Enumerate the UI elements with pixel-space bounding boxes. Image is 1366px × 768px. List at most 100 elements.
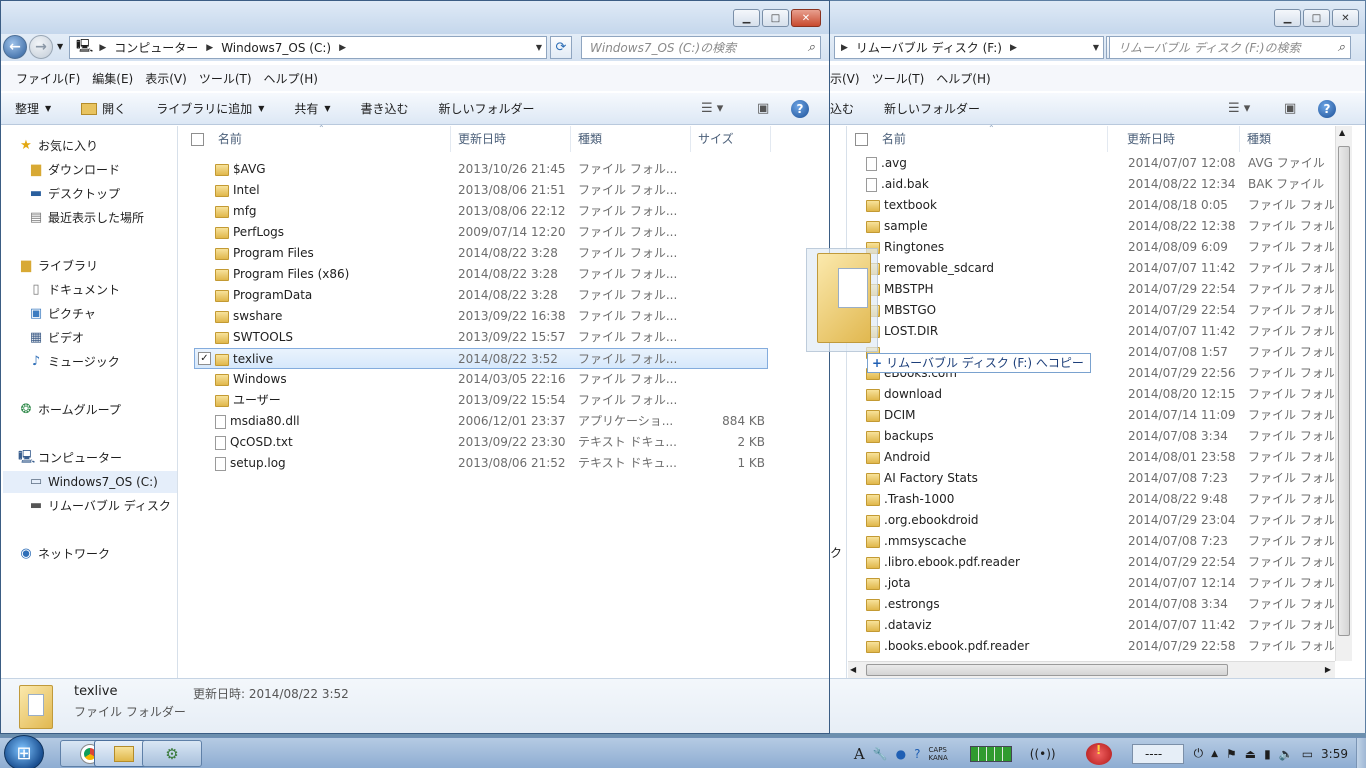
signal-strength-icon[interactable] — [969, 745, 1012, 762]
help-icon[interactable]: ? — [791, 100, 809, 118]
nav-item-partial[interactable]: ク — [830, 544, 842, 561]
table-row[interactable]: .estrongs 2014/07/08 3:34 ファイル フォル — [848, 594, 1334, 615]
left-titlebar[interactable]: ▁ □ ✕ — [1, 1, 829, 34]
safely-remove-icon[interactable]: ⏏ — [1245, 747, 1256, 761]
row-checkbox[interactable]: ✓ — [198, 352, 211, 365]
column-size[interactable]: サイズ — [691, 126, 771, 152]
table-row[interactable]: backups 2014/07/08 3:34 ファイル フォル — [848, 426, 1334, 447]
table-row[interactable]: sample 2014/08/22 12:38 ファイル フォル — [848, 216, 1334, 237]
table-row[interactable]: MBSTPH 2014/07/29 22:54 ファイル フォル — [848, 279, 1334, 300]
open-button[interactable]: 開く — [81, 100, 126, 117]
chevron-down-icon[interactable]: ▼ — [536, 43, 542, 52]
table-row[interactable]: $AVG 2013/10/26 21:45 ファイル フォル... — [195, 159, 767, 180]
nav-documents[interactable]: ▯ ドキュメント — [28, 279, 120, 301]
show-desktop-button[interactable] — [1356, 738, 1366, 768]
column-type[interactable]: 種類 — [571, 126, 691, 152]
volume-icon[interactable]: 🔈 — [1279, 747, 1294, 761]
column-type[interactable]: 種類 — [1240, 126, 1348, 152]
help-icon[interactable]: ? — [914, 747, 920, 761]
table-row[interactable]: MBSTGO 2014/07/29 22:54 ファイル フォル — [848, 300, 1334, 321]
forward-button[interactable]: → — [29, 35, 53, 59]
breadcrumb-computer[interactable]: コンピューター — [114, 39, 198, 56]
table-row[interactable]: .Trash-1000 2014/08/22 9:48 ファイル フォル — [848, 489, 1334, 510]
table-row[interactable]: .jota 2014/07/07 12:14 ファイル フォル — [848, 573, 1334, 594]
vertical-scrollbar[interactable]: ▲ — [1335, 126, 1352, 661]
right-titlebar[interactable]: ▁ □ ✕ — [830, 1, 1365, 34]
menu-view[interactable]: 表示(V) — [145, 70, 187, 87]
nav-downloads[interactable]: ▆ ダウンロード — [28, 159, 120, 181]
table-row[interactable]: .avg 2014/07/07 12:08 AVG ファイル — [848, 153, 1334, 174]
menu-help[interactable]: ヘルプ(H) — [264, 70, 318, 87]
search-input[interactable]: リムーバブル ディスク (F:)の検索 ⌕ — [1109, 36, 1351, 59]
battery-icon[interactable]: ▭ — [1302, 747, 1313, 761]
table-row[interactable]: ユーザー 2013/09/22 15:54 ファイル フォル... — [195, 390, 767, 411]
table-row[interactable]: msdia80.dll 2006/12/01 23:37 アプリケーショ... 884… — [195, 411, 767, 432]
table-row[interactable]: QcOSD.txt 2013/09/22 23:30 テキスト ドキュ... 2 KB — [195, 432, 767, 453]
table-row[interactable]: Ringtones 2014/08/09 6:09 ファイル フォル — [848, 237, 1334, 258]
help-icon[interactable]: ? — [1318, 100, 1336, 118]
table-row[interactable]: textbook 2014/08/18 0:05 ファイル フォル — [848, 195, 1334, 216]
menu-view-partial[interactable]: 示(V) — [830, 70, 860, 87]
action-center-icon[interactable]: ⚑ — [1226, 747, 1237, 761]
security-alert-icon[interactable]: ! — [1085, 742, 1112, 765]
battery-meter[interactable]: ---- — [1131, 743, 1184, 764]
nav-pictures[interactable]: ▣ ピクチャ — [28, 303, 96, 325]
table-row[interactable]: setup.log 2013/08/06 21:52 テキスト ドキュ... 1 KB — [195, 453, 767, 474]
table-row[interactable]: .books.ebook.pdf.reader 2014/07/29 22:58 フ… — [848, 636, 1334, 657]
nav-libraries[interactable]: ▆ ライブラリ — [18, 255, 98, 277]
close-button[interactable]: ✕ — [1332, 9, 1359, 27]
table-row[interactable]: .aid.bak 2014/08/22 12:34 BAK ファイル — [848, 174, 1334, 195]
recent-pages-dropdown[interactable]: ▼ — [57, 42, 63, 51]
start-button[interactable]: ⊞ — [4, 735, 44, 768]
nav-favorites[interactable]: ★ お気に入り — [18, 135, 98, 157]
nav-homegroup[interactable]: ❂ ホームグループ — [18, 399, 121, 421]
organize-button[interactable]: 整理 ▼ — [15, 100, 51, 117]
nav-videos[interactable]: ▦ ビデオ — [28, 327, 84, 349]
menu-file[interactable]: ファイル(F) — [16, 70, 80, 87]
search-input[interactable]: Windows7_OS (C:)の検索 ⌕ — [581, 36, 821, 59]
table-row[interactable]: LOST.DIR 2014/07/07 11:42 ファイル フォル — [848, 321, 1334, 342]
select-all-checkbox[interactable] — [855, 133, 868, 146]
taskbar-app[interactable]: ⚙ — [142, 740, 202, 767]
ime-indicator[interactable]: A — [854, 745, 865, 763]
breadcrumb-drive-c[interactable]: Windows7_OS (C:) — [221, 41, 331, 55]
breadcrumb-drive-f[interactable]: リムーバブル ディスク (F:) — [856, 39, 1002, 56]
nav-computer[interactable]: 🖳 コンピューター — [18, 447, 122, 469]
table-row[interactable]: .org.ebookdroid 2014/07/29 23:04 ファイル フォル — [848, 510, 1334, 531]
menu-edit[interactable]: 編集(E) — [92, 70, 133, 87]
refresh-button[interactable]: ⟳ — [550, 36, 572, 59]
wireless-icon[interactable]: ((•)) — [1030, 747, 1056, 761]
column-date[interactable]: 更新日時 — [451, 126, 571, 152]
menu-tools[interactable]: ツール(T) — [872, 70, 925, 87]
search-icon[interactable]: ⌕ — [1338, 40, 1345, 55]
minimize-button[interactable]: ▁ — [1274, 9, 1301, 27]
table-row[interactable]: Intel 2013/08/06 21:51 ファイル フォル... — [195, 180, 767, 201]
view-options-icon[interactable]: ☰ ▾ — [701, 101, 723, 116]
table-row[interactable]: ProgramData 2014/08/22 3:28 ファイル フォル... — [195, 285, 767, 306]
nav-recent-places[interactable]: ▤ 最近表示した場所 — [28, 207, 144, 229]
share-button[interactable]: 共有 ▼ — [294, 100, 330, 117]
table-row[interactable]: ✓ texlive 2014/08/22 3:52 ファイル フォル... — [194, 348, 768, 369]
new-folder-button[interactable]: 新しいフォルダー — [884, 100, 980, 117]
minimize-button[interactable]: ▁ — [733, 9, 760, 27]
menu-help[interactable]: ヘルプ(H) — [936, 70, 990, 87]
table-row[interactable]: .libro.ebook.pdf.reader 2014/07/29 22:54 フ… — [848, 552, 1334, 573]
ime-option-icon[interactable]: ● — [896, 747, 906, 761]
scrollbar-thumb[interactable] — [1338, 146, 1350, 636]
table-row[interactable]: removable_sdcard 2014/07/07 11:42 ファイル フォル — [848, 258, 1334, 279]
maximize-button[interactable]: □ — [1303, 9, 1330, 27]
select-all-checkbox[interactable] — [191, 133, 204, 146]
back-button[interactable]: ← — [3, 35, 27, 59]
nav-removable-disk[interactable]: ▬ リムーバブル ディスク — [28, 495, 171, 517]
address-bar[interactable]: ▶ リムーバブル ディスク (F:) ▶ ▼ — [834, 36, 1104, 59]
column-date[interactable]: 更新日時 — [1120, 126, 1240, 152]
tray-expand-icon[interactable]: ▲ — [1211, 749, 1218, 759]
table-row[interactable]: SWTOOLS 2013/09/22 15:57 ファイル フォル... — [195, 327, 767, 348]
nav-desktop[interactable]: ▬ デスクトップ — [28, 183, 120, 205]
search-icon[interactable]: ⌕ — [808, 40, 815, 55]
table-row[interactable]: .mmsyscache 2014/07/08 7:23 ファイル フォル — [848, 531, 1334, 552]
burn-button[interactable]: 書き込む — [361, 100, 409, 117]
burn-button-partial[interactable]: 込む — [830, 100, 854, 117]
table-row[interactable]: Android 2014/08/01 23:58 ファイル フォル — [848, 447, 1334, 468]
clock[interactable]: 3:59 — [1321, 747, 1348, 761]
